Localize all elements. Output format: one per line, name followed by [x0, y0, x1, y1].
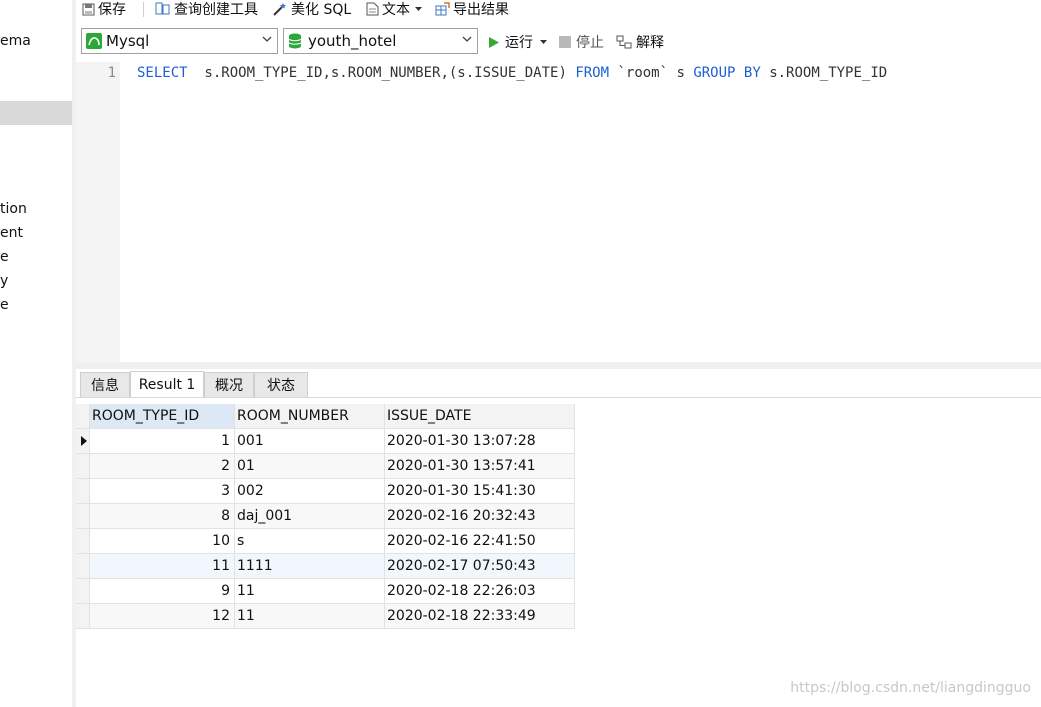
- row-indicator[interactable]: [76, 529, 90, 554]
- row-indicator[interactable]: [76, 579, 90, 604]
- watermark: https://blog.csdn.net/liangdingguo: [790, 680, 1031, 696]
- connection-select[interactable]: Mysql: [81, 28, 278, 54]
- document-icon: [366, 2, 379, 16]
- query-builder-label: 查询创建工具: [174, 2, 258, 18]
- database-value: youth_hotel: [308, 32, 397, 50]
- table-cell[interactable]: 001: [235, 429, 385, 454]
- export-result-button[interactable]: 导出结果: [435, 0, 509, 18]
- database-icon: [288, 33, 302, 49]
- mysql-connection-icon: [86, 33, 102, 49]
- tab-status[interactable]: 状态: [254, 372, 308, 397]
- table-cell[interactable]: 11: [235, 579, 385, 604]
- navigator-item[interactable]: ema: [0, 33, 31, 49]
- table-cell[interactable]: 8: [90, 504, 235, 529]
- sql-editor[interactable]: 1 SELECT s.ROOM_TYPE_ID,s.ROOM_NUMBER,(s…: [76, 62, 1041, 362]
- navigator-item[interactable]: tion: [0, 201, 27, 217]
- explain-button[interactable]: 解释: [616, 32, 664, 52]
- row-indicator[interactable]: [76, 454, 90, 479]
- table-cell[interactable]: 12: [90, 604, 235, 629]
- query-builder-button[interactable]: 查询创建工具: [155, 0, 258, 18]
- table-cell[interactable]: 1111: [235, 554, 385, 579]
- result-tabs: 信息 Result 1 概况 状态: [76, 369, 1041, 398]
- table-cell[interactable]: 11: [235, 604, 385, 629]
- database-select[interactable]: youth_hotel: [283, 28, 478, 54]
- play-icon: [489, 36, 499, 48]
- stop-icon: [559, 36, 571, 48]
- stop-button[interactable]: 停止: [559, 32, 604, 52]
- line-number: 1: [107, 65, 116, 81]
- beautify-sql-button[interactable]: 美化 SQL: [272, 0, 351, 18]
- table-cell[interactable]: 2020-02-17 07:50:43: [385, 554, 575, 579]
- stop-label: 停止: [576, 35, 604, 51]
- table-cell[interactable]: 2020-02-18 22:33:49: [385, 604, 575, 629]
- navigator-selected-row[interactable]: [0, 101, 72, 125]
- text-menu-label: 文本: [382, 2, 410, 18]
- table-cell[interactable]: 2020-01-30 15:41:30: [385, 479, 575, 504]
- table-cell[interactable]: 11: [90, 554, 235, 579]
- chevron-down-icon: [262, 36, 272, 42]
- table-cell[interactable]: 2020-01-30 13:57:41: [385, 454, 575, 479]
- text-menu-button[interactable]: 文本: [366, 0, 426, 18]
- row-indicator-header: [76, 404, 90, 429]
- table-cell[interactable]: 01: [235, 454, 385, 479]
- explain-icon: [616, 35, 632, 48]
- object-navigator: ema tion ent e y e: [0, 0, 72, 707]
- line-number-gutter: 1: [76, 62, 120, 362]
- table-cell[interactable]: 2020-02-18 22:26:03: [385, 579, 575, 604]
- table-cell[interactable]: 2020-02-16 22:41:50: [385, 529, 575, 554]
- table-cell[interactable]: 2020-02-16 20:32:43: [385, 504, 575, 529]
- table-cell[interactable]: 10: [90, 529, 235, 554]
- current-row-arrow-icon: [81, 436, 87, 446]
- row-indicator[interactable]: [76, 554, 90, 579]
- export-result-label: 导出结果: [453, 2, 509, 18]
- save-label: 保存: [98, 2, 126, 18]
- explain-label: 解释: [636, 35, 664, 51]
- table-cell[interactable]: daj_001: [235, 504, 385, 529]
- table-cell[interactable]: 2: [90, 454, 235, 479]
- navigator-item[interactable]: ent: [0, 225, 23, 241]
- run-button[interactable]: 运行: [488, 32, 548, 52]
- row-indicator[interactable]: [76, 604, 90, 629]
- table-cell[interactable]: s: [235, 529, 385, 554]
- save-icon: [82, 3, 95, 15]
- toolbar-separator: [143, 2, 144, 17]
- query-builder-icon: [155, 2, 170, 15]
- table-cell[interactable]: 1: [90, 429, 235, 454]
- row-indicator[interactable]: [76, 479, 90, 504]
- sql-statement[interactable]: SELECT s.ROOM_TYPE_ID,s.ROOM_NUMBER,(s.I…: [137, 65, 887, 81]
- row-indicator[interactable]: [76, 429, 90, 454]
- table-cell[interactable]: 2020-01-30 13:07:28: [385, 429, 575, 454]
- sql-text: s.ROOM_TYPE_ID: [760, 65, 888, 81]
- navigator-item[interactable]: y: [0, 273, 8, 289]
- column-header[interactable]: ISSUE_DATE: [385, 404, 575, 429]
- export-icon: [435, 2, 450, 16]
- chevron-down-icon: [462, 36, 472, 42]
- caret-down-icon: [415, 7, 422, 11]
- column-header[interactable]: ROOM_NUMBER: [235, 404, 385, 429]
- sql-keyword: GROUP BY: [693, 65, 761, 81]
- editor-result-splitter[interactable]: [76, 362, 1041, 369]
- sql-text: `room` s: [609, 65, 694, 81]
- run-label: 运行: [505, 35, 533, 51]
- query-toolbar: 保存 查询创建工具 美化 SQL 文本 导出结果: [76, 0, 1041, 20]
- navigator-item[interactable]: e: [0, 297, 9, 313]
- tab-info[interactable]: 信息: [80, 372, 130, 397]
- connection-value: Mysql: [106, 32, 150, 50]
- caret-down-icon: [540, 40, 547, 44]
- beautify-sql-label: 美化 SQL: [291, 2, 352, 18]
- magic-wand-icon: [273, 3, 286, 16]
- save-button[interactable]: 保存: [82, 0, 126, 18]
- sql-text: s.ROOM_TYPE_ID,s.ROOM_NUMBER,(s.ISSUE_DA…: [187, 65, 576, 81]
- tab-result-1[interactable]: Result 1: [130, 371, 204, 397]
- column-header[interactable]: ROOM_TYPE_ID: [90, 404, 235, 429]
- sql-keyword: FROM: [575, 65, 610, 81]
- navigator-item[interactable]: e: [0, 249, 9, 265]
- sql-keyword: SELECT: [137, 65, 188, 81]
- table-cell[interactable]: 3: [90, 479, 235, 504]
- tab-overview[interactable]: 概况: [204, 372, 254, 397]
- table-cell[interactable]: 002: [235, 479, 385, 504]
- row-indicator[interactable]: [76, 504, 90, 529]
- table-cell[interactable]: 9: [90, 579, 235, 604]
